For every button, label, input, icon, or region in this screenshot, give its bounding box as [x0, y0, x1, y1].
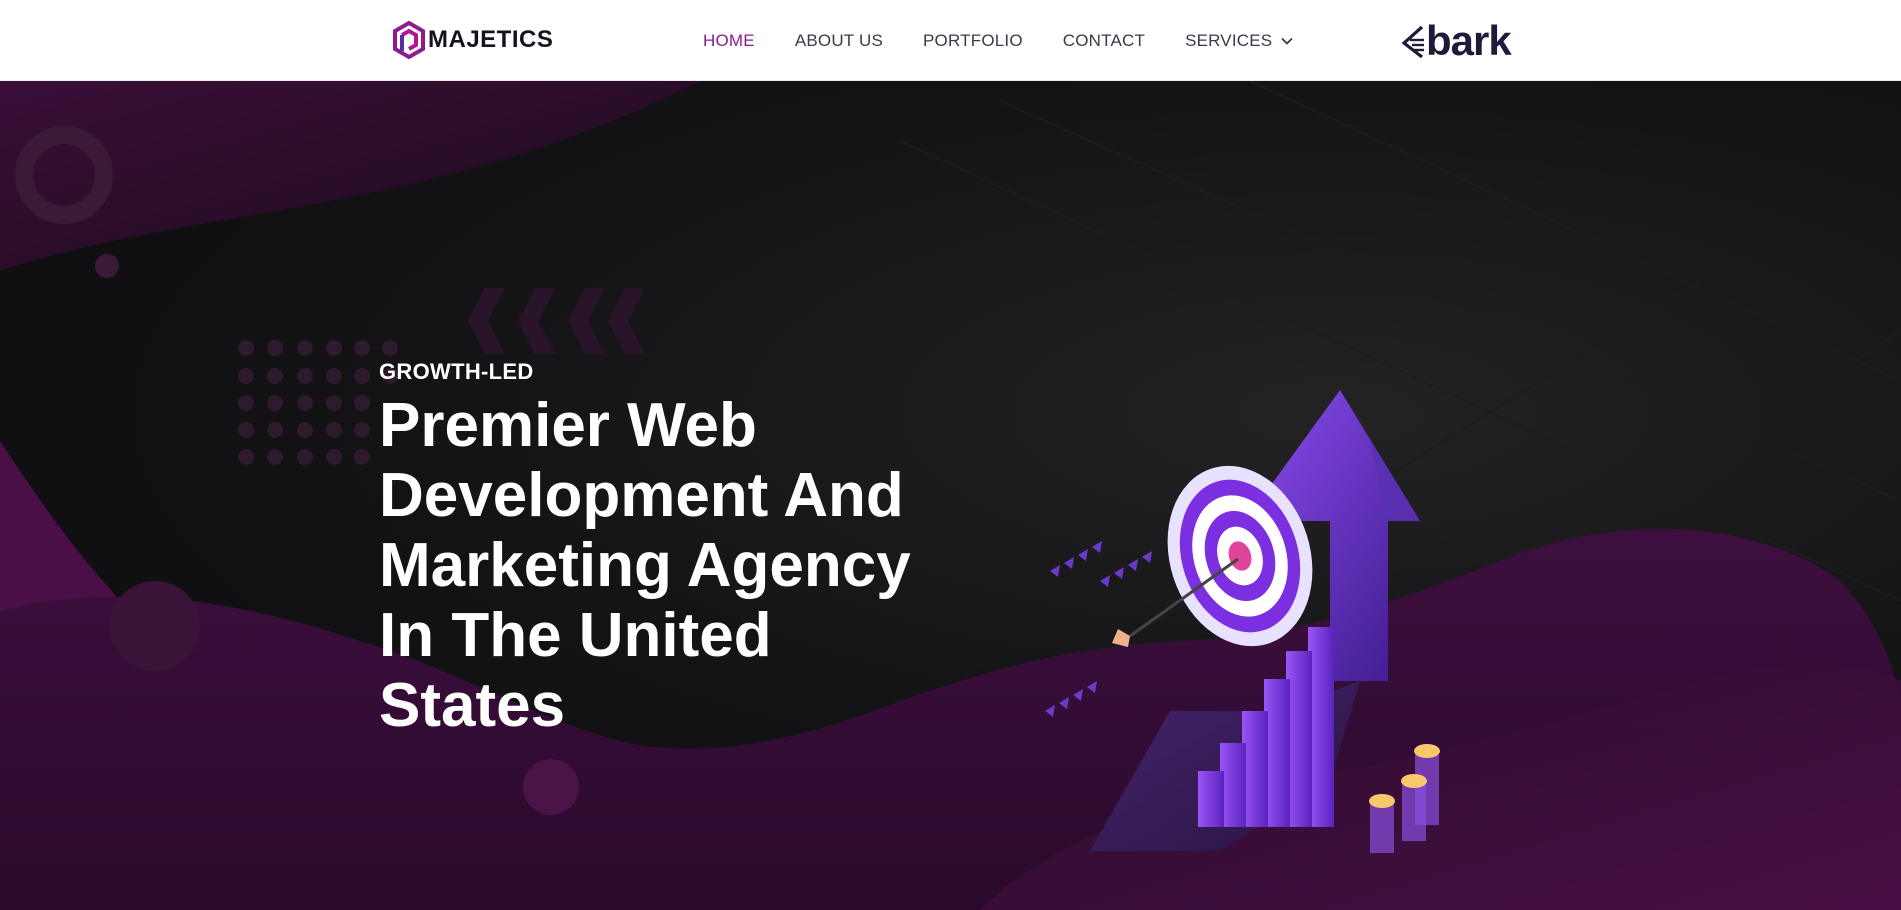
- nav-services[interactable]: SERVICES: [1185, 31, 1294, 51]
- headline-line: In The United: [379, 601, 772, 670]
- nav-contact[interactable]: CONTACT: [1063, 31, 1145, 51]
- majetics-logo-icon: [393, 21, 425, 59]
- hero-section: GROWTH-LED Premier Web Development And M…: [0, 81, 1901, 910]
- bark-logo-icon: [1401, 25, 1424, 59]
- bark-logo-text: bark: [1426, 17, 1512, 64]
- target-growth-illustration: [1045, 390, 1440, 853]
- headline-line: States: [379, 671, 566, 740]
- chevron-down-icon: [1281, 37, 1293, 45]
- hero-background-decoration: [0, 81, 1901, 910]
- bark-logo[interactable]: bark: [1400, 17, 1512, 64]
- headline-line: Marketing Agency: [379, 531, 911, 600]
- majetics-logo[interactable]: MAJETICS: [392, 21, 553, 59]
- hero-eyebrow: GROWTH-LED: [379, 359, 534, 384]
- main-nav: HOME ABOUT US PORTFOLIO CONTACT SERVICES: [703, 0, 1334, 81]
- site-header: MAJETICS HOME ABOUT US PORTFOLIO CONTACT…: [0, 0, 1901, 81]
- nav-about-us[interactable]: ABOUT US: [795, 31, 883, 51]
- hero-text-block: GROWTH-LED Premier Web Development And M…: [379, 359, 939, 741]
- headline-line: Development And: [379, 461, 904, 530]
- nav-home[interactable]: HOME: [703, 31, 755, 51]
- logo-text: MAJETICS: [428, 26, 554, 53]
- hero-headline: Premier Web Development And Marketing Ag…: [379, 391, 939, 741]
- headline-line: Premier Web: [379, 391, 757, 460]
- nav-services-label: SERVICES: [1185, 30, 1273, 50]
- nav-portfolio[interactable]: PORTFOLIO: [923, 31, 1023, 51]
